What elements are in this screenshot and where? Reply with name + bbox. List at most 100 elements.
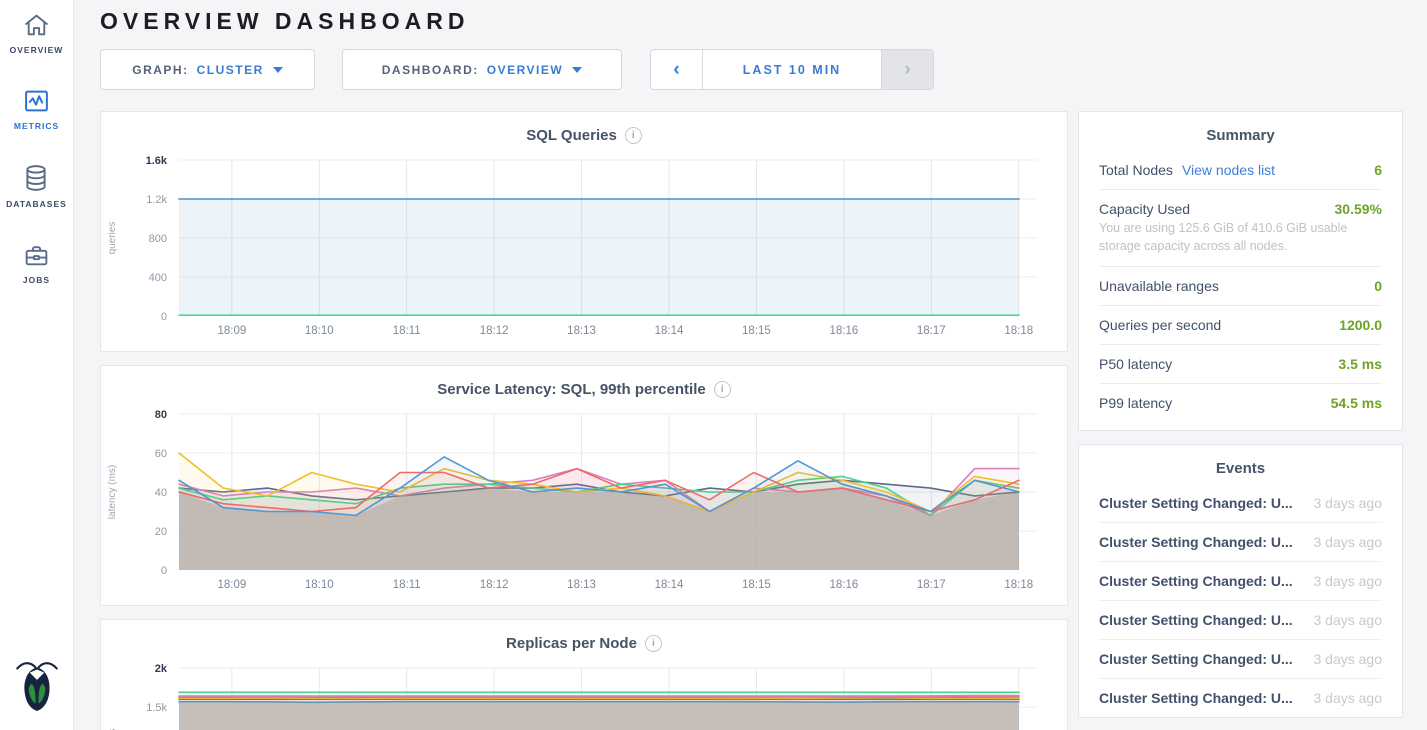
graph-dropdown-label: GRAPH: [132,63,188,77]
home-icon [23,12,50,38]
svg-text:800: 800 [149,233,167,245]
event-title: Cluster Setting Changed: U... [1099,690,1293,706]
event-time: 3 days ago [1302,612,1383,628]
graph-dropdown[interactable]: GRAPH: CLUSTER [100,49,315,90]
info-icon[interactable]: i [625,127,642,144]
summary-row-qps: Queries per second 1200.0 [1099,306,1382,345]
svg-text:1.5k: 1.5k [146,702,167,714]
time-range-label-button[interactable]: LAST 10 MIN [703,50,881,89]
svg-text:18:16: 18:16 [829,325,858,337]
svg-text:0: 0 [161,565,167,577]
events-panel: Events Cluster Setting Changed: U... 3 d… [1078,444,1403,718]
event-row[interactable]: Cluster Setting Changed: U... 3 days ago [1099,484,1382,523]
event-title: Cluster Setting Changed: U... [1099,651,1293,667]
chart-title: SQL Queries [526,127,617,144]
graph-dropdown-value: CLUSTER [197,63,264,77]
svg-text:80: 80 [155,409,167,421]
side-column: Summary Total Nodes View nodes list 6 Ca… [1078,111,1403,730]
dashboard-dropdown[interactable]: DASHBOARD: OVERVIEW [342,49,622,90]
svg-text:18:14: 18:14 [655,325,684,337]
sidebar-item-overview[interactable]: OVERVIEW [10,12,64,55]
jobs-icon [23,242,50,268]
summary-label: Capacity Used [1099,201,1190,217]
svg-text:400: 400 [149,272,167,284]
svg-text:60: 60 [155,448,167,460]
event-time: 3 days ago [1302,534,1383,550]
svg-text:0: 0 [161,311,167,323]
summary-panel: Summary Total Nodes View nodes list 6 Ca… [1078,111,1403,431]
svg-text:18:11: 18:11 [393,325,421,337]
service-latency-panel: Service Latency: SQL, 99th percentile i … [100,365,1068,606]
event-time: 3 days ago [1302,651,1383,667]
event-row[interactable]: Cluster Setting Changed: U... 3 days ago [1099,562,1382,601]
svg-text:18:18: 18:18 [1004,325,1033,337]
sql-queries-chart[interactable]: 18:09 18:10 18:11 18:12 18:13 18:14 18:15 18:16… [101,146,1067,351]
event-title: Cluster Setting Changed: U... [1099,612,1293,628]
summary-value: 30.59% [1335,201,1382,217]
svg-text:18:11: 18:11 [393,579,421,591]
svg-text:18:13: 18:13 [567,325,596,337]
svg-text:18:10: 18:10 [305,325,334,337]
event-time: 3 days ago [1302,495,1383,511]
svg-text:18:09: 18:09 [217,579,246,591]
svg-text:18:15: 18:15 [742,325,771,337]
summary-row-unavailable-ranges: Unavailable ranges 0 [1099,267,1382,306]
sidebar-item-label: OVERVIEW [10,45,64,55]
sidebar-item-label: METRICS [14,121,59,131]
svg-text:18:12: 18:12 [480,325,509,337]
sidebar-item-databases[interactable]: DATABASES [6,164,67,209]
summary-value: 1200.0 [1339,317,1382,333]
event-row[interactable]: Cluster Setting Changed: U... 3 days ago [1099,601,1382,640]
svg-text:18:09: 18:09 [217,325,246,337]
sidebar-item-label: JOBS [23,275,50,285]
svg-text:18:16: 18:16 [829,579,858,591]
dashboard-dropdown-label: DASHBOARD: [382,63,479,77]
capacity-subtext: You are using 125.6 GiB of 410.6 GiB usa… [1099,219,1382,266]
replicas-per-node-panel: Replicas per Node i 18:0918:1018:1118:12… [100,619,1068,730]
dashboard-dropdown-value: OVERVIEW [487,63,563,77]
time-range-prev-button[interactable]: ‹ [651,50,703,89]
svg-text:18:13: 18:13 [567,579,596,591]
event-title: Cluster Setting Changed: U... [1099,534,1293,550]
svg-text:1.2k: 1.2k [146,194,167,206]
svg-text:18:10: 18:10 [305,579,334,591]
event-row[interactable]: Cluster Setting Changed: U... 3 days ago [1099,523,1382,562]
svg-text:2k: 2k [155,663,168,675]
summary-label: Unavailable ranges [1099,278,1219,294]
main-content: OVERVIEW DASHBOARD GRAPH: CLUSTER DASHBO… [74,0,1427,730]
svg-text:18:15: 18:15 [742,579,771,591]
summary-label: P50 latency [1099,356,1172,372]
summary-row-total-nodes: Total Nodes View nodes list 6 [1099,151,1382,190]
summary-value: 54.5 ms [1331,395,1382,411]
summary-value: 6 [1374,162,1382,178]
databases-icon [23,164,49,192]
event-title: Cluster Setting Changed: U... [1099,573,1293,589]
info-icon[interactable]: i [714,381,731,398]
metrics-icon [23,88,50,114]
summary-title: Summary [1079,112,1402,151]
summary-label: P99 latency [1099,395,1172,411]
chart-title: Service Latency: SQL, 99th percentile [437,381,705,398]
svg-text:latency (ms): latency (ms) [107,465,118,519]
event-row[interactable]: Cluster Setting Changed: U... 3 days ago [1099,640,1382,679]
info-icon[interactable]: i [645,635,662,652]
view-nodes-list-link[interactable]: View nodes list [1182,162,1275,178]
svg-text:1.6k: 1.6k [146,155,168,167]
sidebar-item-metrics[interactable]: METRICS [14,88,59,131]
replicas-per-node-chart[interactable]: 18:0918:1018:1118:1218:1318:1418:1518:16… [101,654,1067,730]
time-range-next-button[interactable]: › [881,50,933,89]
svg-text:queries: queries [107,222,118,255]
summary-label: Queries per second [1099,317,1221,333]
event-row[interactable]: Cluster Setting Changed: U... 3 days ago [1099,679,1382,717]
service-latency-chart[interactable]: 18:0918:1018:1118:1218:1318:1418:1518:16… [101,400,1067,605]
svg-text:40: 40 [155,487,167,499]
summary-value: 0 [1374,278,1382,294]
sidebar: OVERVIEW METRICS DATABASES [0,0,74,730]
event-title: Cluster Setting Changed: U... [1099,495,1293,511]
cockroachdb-logo[interactable] [16,655,58,716]
sql-queries-panel: SQL Queries i 18:0918:1018:1118:1218:131… [100,111,1068,352]
svg-text:20: 20 [155,526,167,538]
svg-text:18:17: 18:17 [917,579,946,591]
event-time: 3 days ago [1302,690,1383,706]
sidebar-item-jobs[interactable]: JOBS [23,242,50,285]
